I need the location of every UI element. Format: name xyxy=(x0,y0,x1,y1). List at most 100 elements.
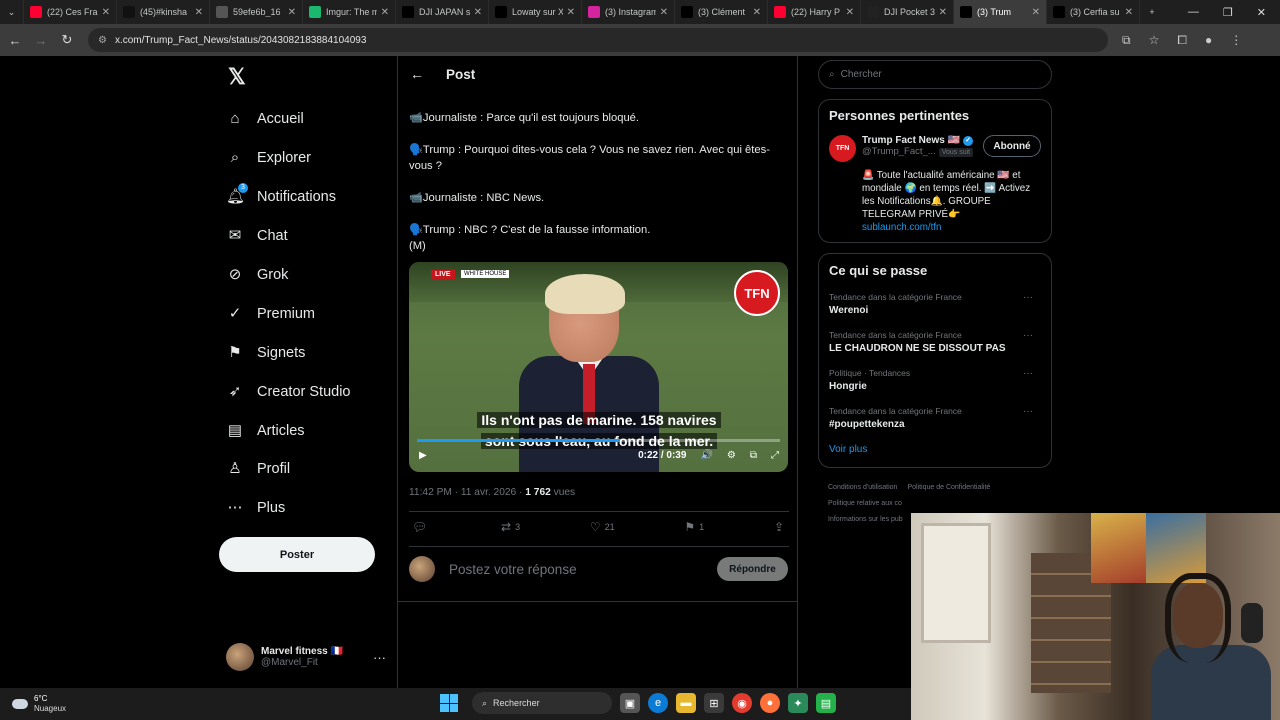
trend-item[interactable]: Tendance dans la catégorie France Werenoi… xyxy=(829,292,1041,316)
avatar[interactable]: TFN xyxy=(829,135,856,162)
like-button[interactable]: ♡ 21 xyxy=(590,520,615,534)
close-tab-icon[interactable]: ✕ xyxy=(939,7,947,18)
taskbar-search[interactable]: ⌕ Rechercher xyxy=(472,692,612,714)
browser-tab[interactable]: (22) Ces Fran ✕ xyxy=(24,0,117,24)
trend-item[interactable]: Tendance dans la catégorie France LE CHAU… xyxy=(829,330,1041,354)
sidebar-item-premium[interactable]: ✓ Premium xyxy=(226,294,351,333)
close-tab-icon[interactable]: ✕ xyxy=(288,7,296,18)
forward-icon[interactable]: → xyxy=(30,33,52,48)
footer-link[interactable]: Politique relative aux co xyxy=(828,500,902,507)
tab-list-button[interactable]: ⌄ xyxy=(0,0,24,24)
sidebar-item-articles[interactable]: ▤ Articles xyxy=(226,411,351,450)
firefox-icon[interactable]: ● xyxy=(760,693,780,713)
tab-title: (22) Ces Fran xyxy=(47,7,98,17)
play-icon[interactable]: ▶ xyxy=(419,450,427,461)
x-logo-icon[interactable]: 𝕏 xyxy=(228,64,246,90)
star-icon[interactable]: ☆ xyxy=(1149,33,1160,48)
more-icon[interactable]: ··· xyxy=(373,650,386,665)
close-tab-icon[interactable]: ✕ xyxy=(381,7,389,18)
bookmark-button[interactable]: ⚑ 1 xyxy=(684,520,704,534)
bio-link[interactable]: sublaunch.com/tfn xyxy=(862,222,942,233)
sidebar-item-signets[interactable]: ⚑ Signets xyxy=(226,333,351,372)
browser-tab[interactable]: (45)#kinsha ✕ xyxy=(117,0,210,24)
browser-tab[interactable]: (3) Clément ✕ xyxy=(675,0,768,24)
close-tab-icon[interactable]: ✕ xyxy=(195,7,203,18)
volume-icon[interactable]: 🔊 xyxy=(700,450,712,461)
windows-start-icon[interactable] xyxy=(440,694,458,712)
footer-link[interactable]: Politique de Confidentialité xyxy=(907,484,990,491)
browser-tab[interactable]: DJI Pocket 3 ✕ xyxy=(861,0,954,24)
browser-tab[interactable]: 59efe6b_16 ✕ xyxy=(210,0,303,24)
site-info-icon[interactable]: ⚙ xyxy=(98,35,107,46)
maximize-icon[interactable]: ❐ xyxy=(1223,6,1233,19)
footer-link[interactable]: Conditions d'utilisation xyxy=(828,484,897,491)
browser-tab[interactable]: (3) Trum ✕ xyxy=(954,0,1047,24)
video-progress-bar[interactable] xyxy=(417,439,780,442)
repost-button[interactable]: ⇄ 3 xyxy=(501,520,520,534)
browser-tab[interactable]: (22) Harry P ✕ xyxy=(768,0,861,24)
close-tab-icon[interactable]: ✕ xyxy=(846,7,854,18)
menu-icon[interactable]: ⋮ xyxy=(1230,33,1242,48)
post-timestamp[interactable]: 11:42 PM · 11 avr. 2026 · xyxy=(409,487,525,498)
edge-icon[interactable]: e xyxy=(648,693,668,713)
share-button[interactable]: ⇪ xyxy=(774,520,784,534)
trend-item[interactable]: Politique · Tendances Hongrie ··· xyxy=(829,368,1041,392)
more-icon[interactable]: ··· xyxy=(1023,330,1033,341)
footer-link[interactable]: Informations sur les pub xyxy=(828,516,903,523)
reload-icon[interactable]: ↻ xyxy=(56,32,78,48)
reply-button[interactable]: 💬︎ xyxy=(412,520,431,534)
video-player[interactable]: LIVE WHITE HOUSE TFN Ils n'ont pas de ma… xyxy=(409,262,788,472)
see-more-link[interactable]: Voir plus xyxy=(829,444,1041,459)
address-bar[interactable]: ⚙ x.com/Trump_Fact_News/status/204308218… xyxy=(88,28,1108,52)
sidebar-item-grok[interactable]: ⊘ Grok xyxy=(226,256,351,295)
sidebar-item-notifications[interactable]: 🔔︎ 3 Notifications xyxy=(226,178,351,217)
reply-submit-button[interactable]: Répondre xyxy=(717,557,788,581)
close-tab-icon[interactable]: ✕ xyxy=(567,7,575,18)
pip-icon[interactable]: ⧉ xyxy=(750,450,757,461)
sidebar-item-plus[interactable]: ⋯ Plus xyxy=(226,489,351,528)
back-arrow-icon[interactable]: ← xyxy=(410,66,424,82)
sidebar-item-creator-studio[interactable]: ➶ Creator Studio xyxy=(226,372,351,411)
browser-tab[interactable]: Lowaty sur X ✕ xyxy=(489,0,582,24)
minimize-icon[interactable]: — xyxy=(1188,6,1199,19)
close-tab-icon[interactable]: ✕ xyxy=(102,7,110,18)
more-icon[interactable]: ··· xyxy=(1023,292,1033,303)
browser-tab[interactable]: (3) Cerfia su ✕ xyxy=(1047,0,1140,24)
fullscreen-icon[interactable]: ⤢ xyxy=(771,450,779,461)
sidebar-item-explorer[interactable]: ⌕ Explorer xyxy=(226,139,351,178)
close-tab-icon[interactable]: ✕ xyxy=(474,7,482,18)
chrome-icon[interactable]: ◉ xyxy=(732,693,752,713)
store-icon[interactable]: ⊞ xyxy=(704,693,724,713)
sidebar-item-profil[interactable]: ♙ Profil xyxy=(226,450,351,489)
weather-widget[interactable]: 6°C Nuageux xyxy=(12,694,66,714)
extensions-icon[interactable]: ⧠ xyxy=(1177,33,1187,48)
search-input[interactable]: ⌕ Chercher xyxy=(818,60,1052,89)
person-row[interactable]: TFN Trump Fact News 🇺🇸 ✓ @Trump_Fact_... V… xyxy=(829,135,1041,162)
close-window-icon[interactable]: ✕ xyxy=(1257,6,1266,19)
new-tab-button[interactable]: + xyxy=(1140,0,1164,24)
close-tab-icon[interactable]: ✕ xyxy=(1032,7,1040,18)
sidebar-item-chat[interactable]: ✉ Chat xyxy=(226,217,351,256)
close-tab-icon[interactable]: ✕ xyxy=(753,7,761,18)
browser-tab[interactable]: DJI JAPAN s ✕ xyxy=(396,0,489,24)
more-icon[interactable]: ··· xyxy=(1023,368,1033,379)
install-icon[interactable]: ⧉ xyxy=(1122,33,1131,48)
app-icon[interactable]: ▤ xyxy=(816,693,836,713)
close-tab-icon[interactable]: ✕ xyxy=(660,7,668,18)
trend-item[interactable]: Tendance dans la catégorie France #poupet… xyxy=(829,406,1041,430)
browser-tab[interactable]: (3) Instagram ✕ xyxy=(582,0,675,24)
folder-icon[interactable]: ▬ xyxy=(676,693,696,713)
browser-tab[interactable]: Imgur: The m ✕ xyxy=(303,0,396,24)
account-switcher[interactable]: Marvel fitness 🇫🇷 @Marvel_Fit ··· xyxy=(226,643,386,671)
following-button[interactable]: Abonné xyxy=(983,135,1041,157)
reply-input[interactable]: Postez votre réponse xyxy=(449,562,577,577)
app-icon[interactable]: ✦ xyxy=(788,693,808,713)
more-icon[interactable]: ··· xyxy=(1023,406,1033,417)
profile-icon[interactable]: ● xyxy=(1205,33,1212,48)
back-icon[interactable]: ← xyxy=(4,33,26,48)
close-tab-icon[interactable]: ✕ xyxy=(1125,7,1133,18)
task-view-icon[interactable]: ▣ xyxy=(620,693,640,713)
sidebar-item-accueil[interactable]: ⌂ Accueil xyxy=(226,100,351,139)
settings-icon[interactable]: ⚙ xyxy=(727,450,736,461)
post-button[interactable]: Poster xyxy=(219,537,375,572)
